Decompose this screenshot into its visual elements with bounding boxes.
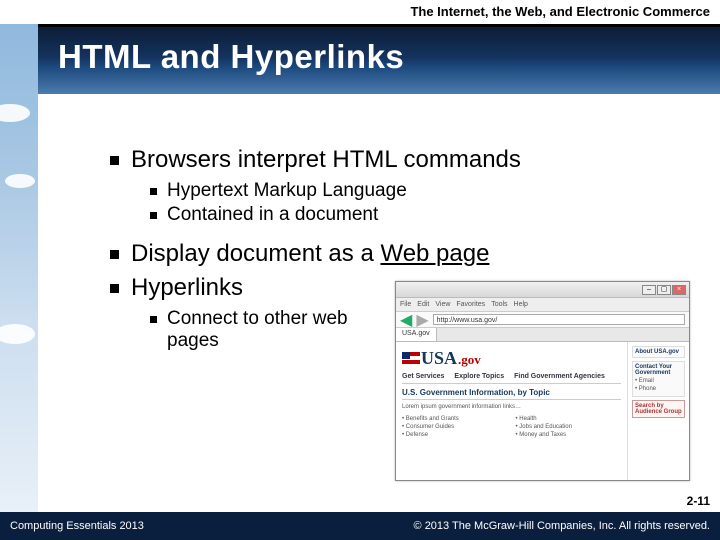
usagov-logo: USA.gov [402, 348, 621, 369]
bullet-icon [150, 316, 157, 323]
bullet-icon [110, 250, 119, 259]
browser-addressbar: ◀ ▶ http://www.usa.gov/ [396, 312, 689, 328]
page-sidebar: About USA.gov Contact Your Government • … [627, 342, 689, 480]
bullet-1-text: Browsers interpret HTML commands [131, 146, 521, 174]
footer: Computing Essentials 2013 © 2013 The McG… [0, 512, 720, 540]
page-number: 2-11 [687, 494, 710, 508]
nav-item: Find Government Agencies [514, 373, 605, 380]
bullet-2-pre: Display document as a [131, 240, 380, 267]
bullet-icon [150, 212, 157, 219]
bullet-icon [150, 188, 157, 195]
maximize-icon: ▢ [657, 285, 671, 295]
footer-left: Computing Essentials 2013 [10, 520, 144, 532]
web-page-link: Web page [380, 240, 489, 267]
bullet-3-text: Hyperlinks [131, 274, 243, 302]
url-field: http://www.usa.gov/ [433, 314, 685, 325]
bullet-icon [110, 156, 119, 165]
bullet-1a-text: Hypertext Markup Language [167, 180, 407, 202]
site-nav: Get Services Explore Topics Find Governm… [402, 373, 621, 384]
side-heading: About USA.gov [635, 349, 682, 355]
browser-tabs: USA.gov [396, 328, 689, 342]
nav-item: Explore Topics [454, 373, 504, 380]
footer-right: © 2013 The McGraw-Hill Companies, Inc. A… [414, 520, 710, 532]
page-text: Lorem ipsum government information links… [402, 404, 621, 410]
page-heading: U.S. Government Information, by Topic [402, 388, 621, 400]
nav-item: Get Services [402, 373, 444, 380]
bullet-2-text: Display document as a Web page [131, 240, 489, 268]
window-titlebar: – ▢ × [396, 282, 689, 298]
minimize-icon: – [642, 285, 656, 295]
back-icon: ◀ [400, 310, 412, 330]
forward-icon: ▶ [416, 310, 428, 330]
logo-gov: .gov [458, 352, 481, 368]
side-heading: Search by Audience Group [635, 403, 682, 415]
sidebar-sky [0, 24, 38, 512]
bullet-icon [110, 284, 119, 293]
close-icon: × [672, 285, 686, 295]
page-body: USA.gov Get Services Explore Topics Find… [396, 342, 689, 480]
bullet-1b: Contained in a document [150, 204, 700, 226]
chapter-header: The Internet, the Web, and Electronic Co… [0, 0, 720, 24]
browser-screenshot: – ▢ × FileEditViewFavoritesToolsHelp ◀ ▶… [395, 281, 690, 481]
tab: USA.gov [396, 328, 437, 341]
bullet-2: Display document as a Web page [110, 240, 700, 268]
flag-icon [402, 352, 420, 364]
bullet-1: Browsers interpret HTML commands [110, 146, 700, 174]
bullet-3a-text: Connect to other web pages [167, 308, 387, 352]
bullet-1a: Hypertext Markup Language [150, 180, 700, 202]
slide-title: HTML and Hyperlinks [58, 40, 404, 73]
side-heading: Contact Your Government [635, 364, 682, 376]
browser-menubar: FileEditViewFavoritesToolsHelp [396, 298, 689, 312]
logo-usa: USA [421, 348, 457, 369]
bullet-1b-text: Contained in a document [167, 204, 378, 226]
